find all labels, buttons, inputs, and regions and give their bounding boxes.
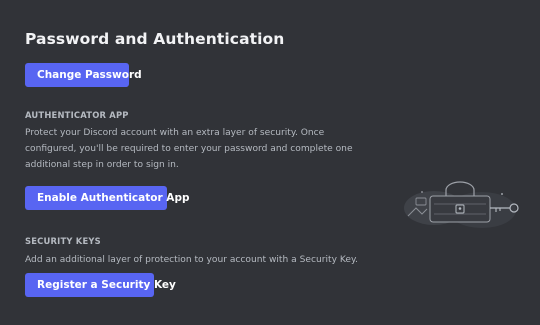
authenticator-app-description: Protect your Discord account with an ext… [25,128,353,170]
register-security-key-button[interactable]: Register a Security Key [25,273,176,297]
lock-and-key-illustration [402,180,522,230]
security-keys-heading: SECURITY KEYS [25,236,101,246]
enable-authenticator-button[interactable]: Enable Authenticator App [25,186,189,210]
page-title: Password and Authentication [25,30,285,48]
authenticator-app-heading: AUTHENTICATOR APP [25,110,129,120]
security-keys-description: Add an additional layer of protection to… [25,255,358,265]
change-password-button[interactable]: Change Password [25,63,142,87]
